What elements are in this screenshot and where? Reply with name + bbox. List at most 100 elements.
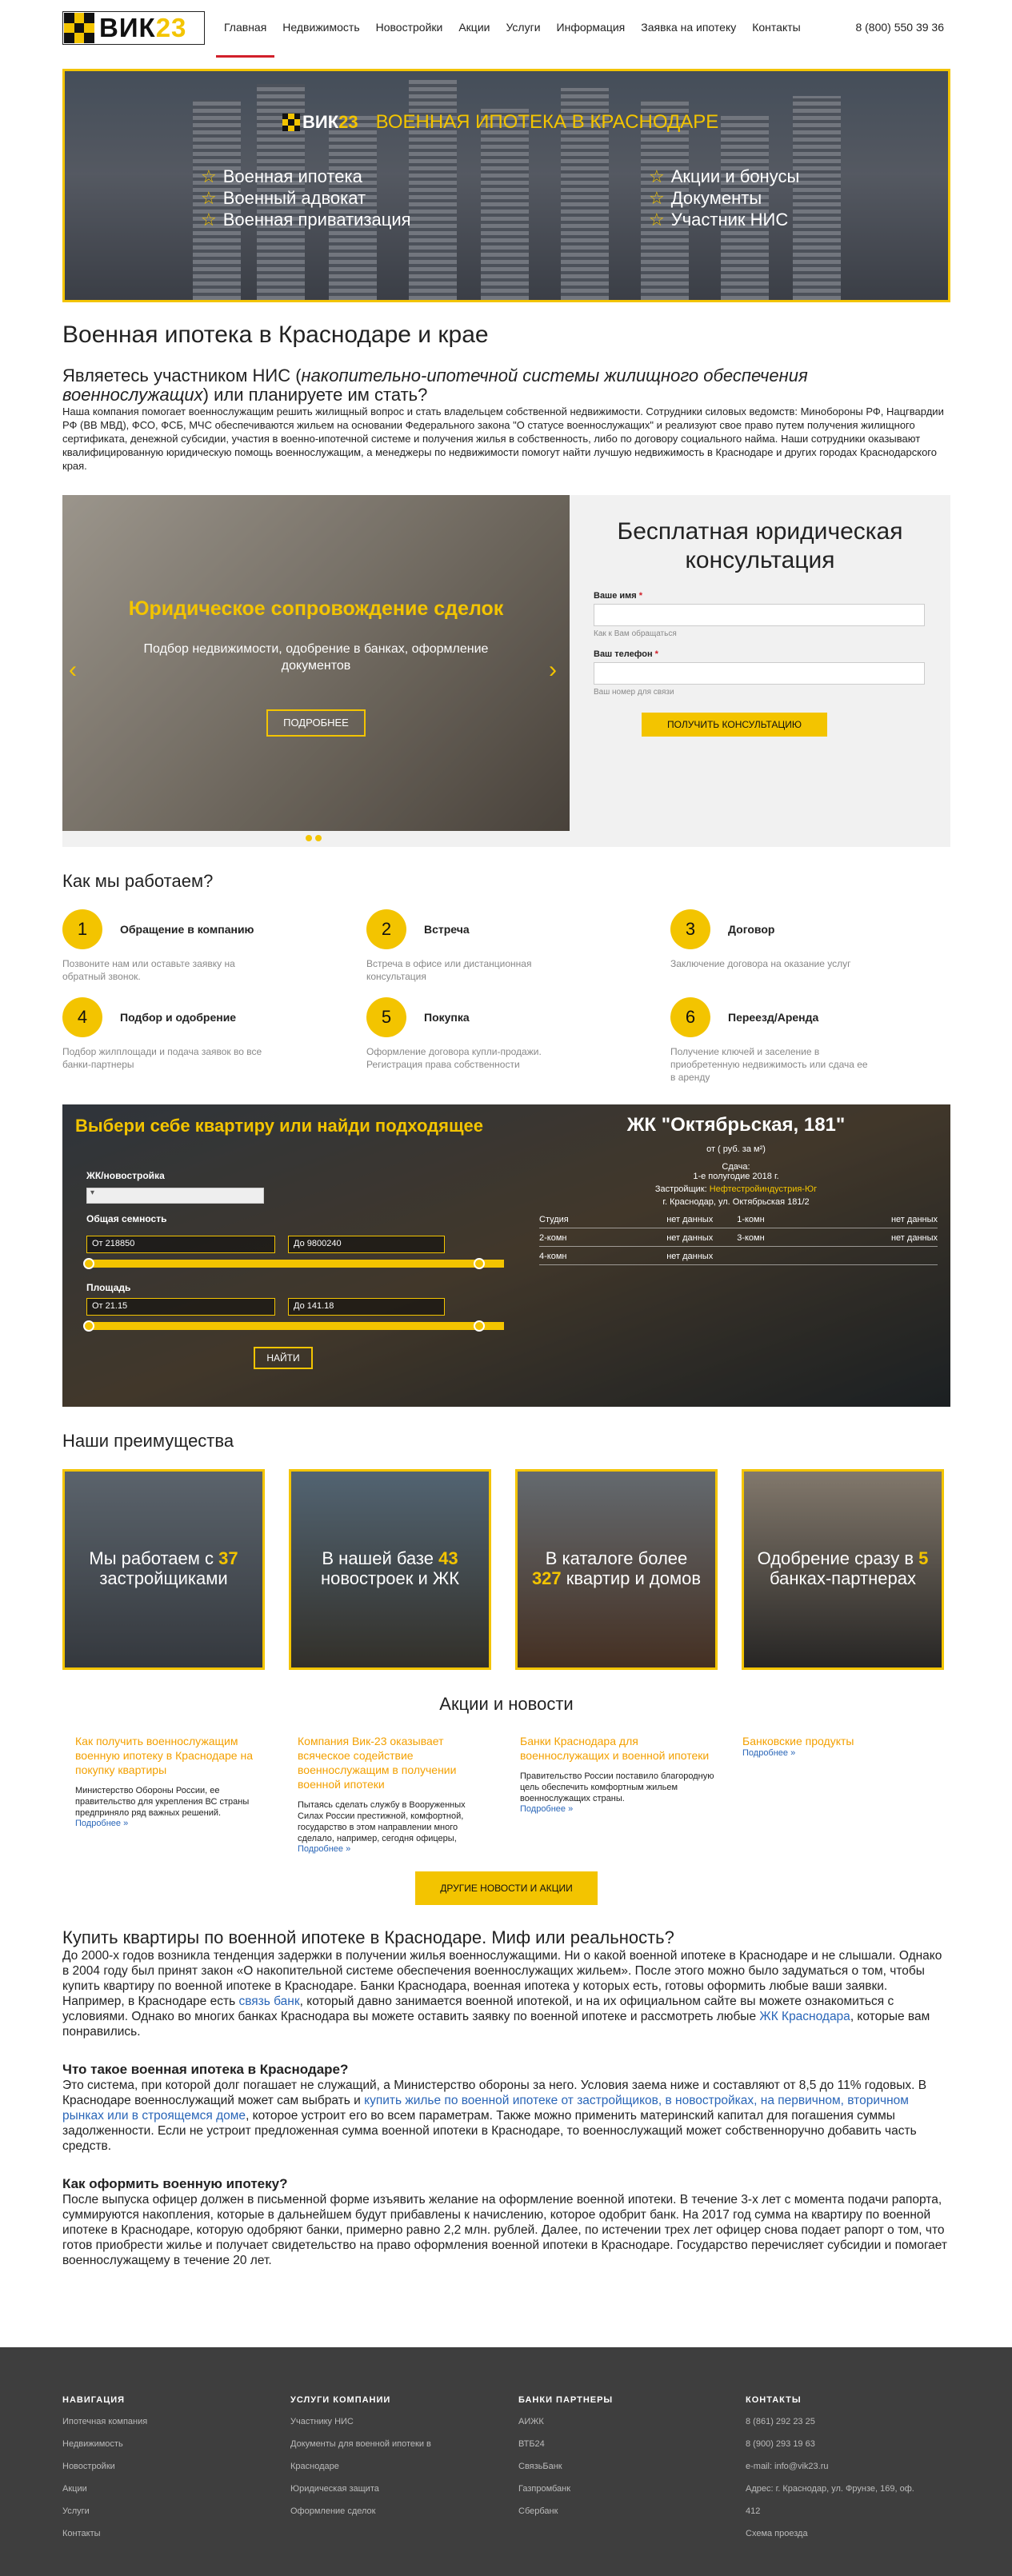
news-link[interactable]: Компания Вик-23 оказывает всяческое соде… [298, 1734, 493, 1791]
logo-text: ВИК23 [99, 13, 187, 42]
logo-checker-icon [282, 114, 300, 131]
jk-developer-label: Застройщик: [654, 1184, 707, 1194]
sq-from-input[interactable]: От 21.15 [86, 1298, 275, 1316]
step-desc: Оформление договора купли-продажи. Регис… [366, 1046, 542, 1070]
name-input[interactable] [594, 604, 925, 626]
seo-paragraph-2: Это система, при которой долг погашает н… [62, 2079, 927, 2153]
step-number: 1 [62, 909, 102, 949]
advantage-card[interactable]: В каталоге более 327 квартир и домов [515, 1469, 718, 1670]
step-item: 6 Переезд/Аренда Получение ключей и заселе… [670, 997, 950, 1084]
get-consultation-button[interactable]: ПОЛУЧИТЬ КОНСУЛЬТАЦИЮ [642, 713, 827, 737]
footer-link[interactable]: Документы для военной ипотеки в [290, 2438, 490, 2450]
footer-link[interactable]: Оформление сделок [290, 2506, 490, 2517]
news-grid: Как получить военнослужащим военную ипот… [62, 1734, 950, 1871]
footer-link[interactable]: Юридическая защита [290, 2483, 490, 2494]
slider-prev-icon[interactable]: ‹ [69, 657, 77, 684]
hero-banner[interactable]: ВИК23 ВОЕННАЯ ИПОТЕКА В КРАСНОДАРЕ Военн… [62, 69, 950, 302]
step-number: 5 [366, 997, 406, 1037]
footer-link[interactable]: Участнику НИС [290, 2416, 490, 2427]
footer-link[interactable]: Краснодаре [290, 2461, 490, 2472]
news-text: Правительство России поставило благородн… [520, 1771, 714, 1803]
apartment-search: Выбери себе квартиру или найди подходяще… [62, 1104, 950, 1407]
step-number: 2 [366, 909, 406, 949]
jk-krasnodar-link[interactable]: ЖК Краснодара [759, 2010, 850, 2023]
logo-checker-icon [64, 13, 94, 43]
svyaz-bank-link[interactable]: связь банк [238, 1995, 299, 2008]
name-label: Ваше имя * [594, 591, 643, 601]
banner-item[interactable]: Военная приватизация [201, 209, 411, 230]
footer-link[interactable]: Новостройки [62, 2461, 262, 2472]
slide-more-button[interactable]: ПОДРОБНЕЕ [266, 709, 366, 737]
footer-link[interactable]: Услуги [62, 2506, 262, 2517]
sq-max-handle[interactable] [474, 1320, 485, 1332]
area-min-handle[interactable] [83, 1258, 94, 1269]
footer-link[interactable]: Недвижимость [62, 2438, 262, 2450]
phone-input[interactable] [594, 662, 925, 685]
footer-link[interactable]: Контакты [62, 2528, 262, 2539]
footer-link[interactable]: ВТБ24 [518, 2438, 718, 2450]
nav-item-info[interactable]: Информация [549, 10, 634, 58]
nav-item-promotions[interactable]: Акции [450, 10, 498, 58]
area-from-input[interactable]: От 218850 [86, 1236, 275, 1253]
slider-next-icon[interactable]: › [549, 657, 557, 684]
advantage-card[interactable]: Одобрение сразу в 5 банках-партнерах [742, 1469, 944, 1670]
jk-deadline: 1-е полугодие 2018 г. [693, 1172, 779, 1181]
step-number: 3 [670, 909, 710, 949]
nav-item-new-buildings[interactable]: Новостройки [368, 10, 451, 58]
banner-item[interactable]: Военная ипотека [201, 166, 411, 187]
banner-item[interactable]: Документы [649, 187, 799, 209]
jk-card[interactable]: ЖК "Октябрьская, 181" от ( руб. за м²) С… [528, 1114, 944, 1265]
table-row: Студия нет данных 1-комн нет данных [539, 1210, 938, 1228]
footer-address: 412 [746, 2506, 761, 2516]
news-more-link[interactable]: Подробнее » [520, 1804, 715, 1814]
news-link[interactable]: Банковские продукты [742, 1734, 936, 1748]
nav-item-contacts[interactable]: Контакты [744, 10, 808, 58]
footer-link[interactable]: Акции [62, 2483, 262, 2494]
footer-link[interactable]: Газпромбанк [518, 2483, 718, 2494]
nav-item-home[interactable]: Главная [216, 10, 275, 58]
footer-phone[interactable]: 8 (861) 292 23 25 [746, 2416, 946, 2427]
news-more-link[interactable]: Подробнее » [298, 1844, 493, 1854]
advantage-card[interactable]: Мы работаем с 37 застройщиками [62, 1469, 265, 1670]
site-logo[interactable]: ВИК23 [62, 11, 205, 45]
news-more-link[interactable]: Подробнее » [75, 1819, 270, 1828]
nav-item-realty[interactable]: Недвижимость [274, 10, 367, 58]
header-phone[interactable]: 8 (800) 550 39 36 [855, 21, 944, 34]
footer-link[interactable]: СвязьБанк [518, 2461, 718, 2472]
footer-phone[interactable]: 8 (900) 293 19 63 [746, 2438, 946, 2450]
sq-to-input[interactable]: До 141.18 [288, 1298, 445, 1316]
banner-item[interactable]: Акции и бонусы [649, 166, 800, 187]
news-link[interactable]: Как получить военнослужащим военную ипот… [75, 1734, 270, 1777]
advantage-card[interactable]: В нашей базе 43 новостроек и ЖК [289, 1469, 491, 1670]
form-title: Бесплатная юридическая консультация [617, 518, 903, 573]
jk-label: ЖК/новостройка [86, 1170, 165, 1181]
area-max-handle[interactable] [474, 1258, 485, 1269]
banner-item[interactable]: Военный адвокат [201, 187, 411, 209]
other-news-button[interactable]: ДРУГИЕ НОВОСТИ И АКЦИИ [415, 1871, 598, 1905]
nav-item-services[interactable]: Услуги [498, 10, 548, 58]
find-button[interactable]: НАЙТИ [254, 1347, 313, 1369]
seo-paragraph-1: До 2000-х годов возникла тенденция задер… [62, 1949, 942, 2039]
sq-range-slider[interactable] [86, 1322, 504, 1330]
footer-map-link[interactable]: Схема проезда [746, 2528, 946, 2539]
sq-min-handle[interactable] [83, 1320, 94, 1332]
area-range-slider[interactable] [86, 1260, 504, 1268]
step-desc: Подбор жилплощади и подача заявок во все… [62, 1046, 262, 1070]
area-to-input[interactable]: До 9800240 [288, 1236, 445, 1253]
how-title: Как мы работаем? [62, 871, 214, 891]
news-title: Акции и новости [439, 1694, 574, 1714]
intro-text: Наша компания помогает военнослужащим ре… [62, 405, 944, 472]
footer-link[interactable]: Ипотечная компания [62, 2416, 262, 2427]
news-link[interactable]: Банки Краснодара для военнослужащих и во… [520, 1734, 715, 1763]
nav-item-mortgage-request[interactable]: Заявка на ипотеку [633, 10, 744, 58]
footer-link[interactable]: АИЖК [518, 2416, 718, 2427]
news-more-link[interactable]: Подробнее » [742, 1748, 936, 1758]
jk-select[interactable]: ▾ [86, 1188, 264, 1204]
footer-link[interactable]: Сбербанк [518, 2506, 718, 2517]
area-label: Общая семность [86, 1213, 167, 1224]
slider-dots[interactable] [306, 835, 322, 841]
jk-rooms-table: Студия нет данных 1-комн нет данных 2-комн н… [539, 1210, 938, 1265]
banner-item[interactable]: Участник НИС [649, 209, 799, 230]
consultation-form: Бесплатная юридическая консультация Ваше… [570, 495, 950, 831]
footer-email[interactable]: e-mail: info@vik23.ru [746, 2461, 946, 2472]
